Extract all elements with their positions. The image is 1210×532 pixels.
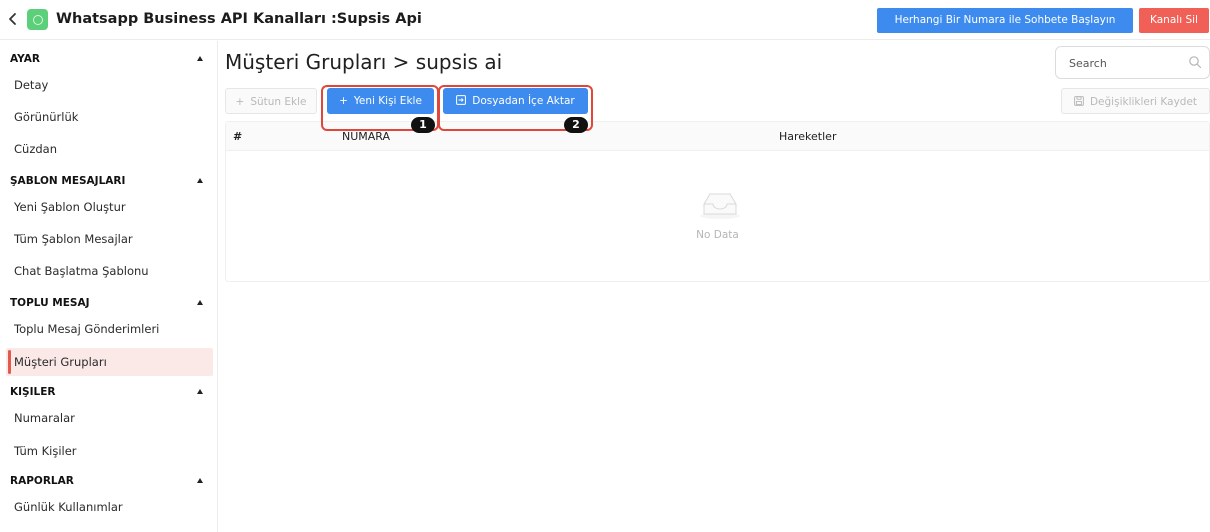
- sidebar-item-label: Tüm Kişiler: [14, 444, 77, 458]
- plus-icon: +: [235, 96, 245, 108]
- sidebar-section-title: TOPLU MESAJ: [10, 297, 90, 309]
- caret-up-icon[interactable]: [197, 56, 203, 61]
- sidebar-item-gunluk-kullanimlar[interactable]: Günlük Kullanımlar: [6, 493, 213, 521]
- sidebar-section-title: AYAR: [10, 53, 40, 65]
- sidebar-section-toplu-mesaj[interactable]: TOPLU MESAJ: [0, 292, 216, 314]
- sidebar-item-label: Yeni Şablon Oluştur: [14, 200, 126, 214]
- caret-up-icon[interactable]: [197, 300, 203, 305]
- sidebar-item-label: Müşteri Grupları: [14, 355, 107, 369]
- sidebar-item-label: Cüzdan: [14, 142, 57, 156]
- caret-up-icon[interactable]: [197, 389, 203, 394]
- empty-inbox-icon: [698, 188, 742, 220]
- sidebar-section-title: ŞABLON MESAJLARI: [10, 175, 126, 187]
- chevron-left-icon[interactable]: [8, 9, 22, 29]
- save-icon: [1074, 89, 1084, 115]
- add-column-label: Sütun Ekle: [250, 96, 307, 108]
- sidebar-section-sablon-mesajlari[interactable]: ŞABLON MESAJLARI: [0, 170, 216, 192]
- sidebar: AYAR Detay Görünürlük Cüzdan ŞABLON MESA…: [0, 41, 218, 532]
- step-badge-1: 1: [411, 117, 435, 133]
- sidebar-section-kisiler[interactable]: KIŞILER: [0, 381, 216, 403]
- sidebar-section-title: KIŞILER: [10, 386, 56, 398]
- sidebar-section-title: RAPORLAR: [10, 475, 74, 487]
- page-header-title: Whatsapp Business API Kanalları :Supsis …: [56, 11, 422, 27]
- contacts-table: # NUMARA Hareketler No Data: [225, 121, 1210, 282]
- save-changes-label: Değişiklikleri Kaydet: [1089, 96, 1198, 108]
- sidebar-item-tum-kisiler[interactable]: Tüm Kişiler: [6, 437, 213, 465]
- column-header-index: #: [233, 130, 243, 143]
- search-icon[interactable]: [1188, 54, 1202, 69]
- search-box[interactable]: [1055, 46, 1210, 79]
- empty-state-text: No Data: [696, 229, 739, 241]
- page-title: Müşteri Grupları > supsis ai: [225, 50, 503, 74]
- sidebar-item-label: Detay: [14, 78, 49, 92]
- add-column-button[interactable]: + Sütun Ekle: [225, 88, 317, 114]
- sidebar-item-label: Numaralar: [14, 411, 75, 425]
- sidebar-item-label: Chat Başlatma Şablonu: [14, 264, 149, 278]
- sidebar-item-toplu-mesaj-gonderimleri[interactable]: Toplu Mesaj Gönderimleri: [6, 315, 213, 343]
- sidebar-item-cuzdan[interactable]: Cüzdan: [6, 135, 213, 163]
- sidebar-section-ayar[interactable]: AYAR: [0, 48, 216, 70]
- sidebar-section-raporlar[interactable]: RAPORLAR: [0, 470, 216, 492]
- sidebar-item-gorunurluk[interactable]: Görünürlük: [6, 103, 213, 131]
- column-header-hareketler: Hareketler: [779, 130, 837, 143]
- delete-channel-button[interactable]: Kanalı Sil: [1139, 8, 1209, 33]
- start-chat-button[interactable]: Herhangi Bir Numara ile Sohbete Başlayın: [877, 8, 1133, 33]
- save-changes-button[interactable]: Değişiklikleri Kaydet: [1061, 88, 1210, 114]
- search-input[interactable]: [1069, 54, 1179, 72]
- sidebar-item-label: Tüm Şablon Mesajlar: [14, 232, 133, 246]
- sidebar-item-musteri-gruplari[interactable]: Müşteri Grupları: [6, 348, 213, 376]
- sidebar-item-label: Günlük Kullanımlar: [14, 500, 123, 514]
- sidebar-item-label: Görünürlük: [14, 110, 79, 124]
- column-header-numara: NUMARA: [342, 130, 391, 143]
- sidebar-item-label: Toplu Mesaj Gönderimleri: [14, 322, 160, 336]
- caret-up-icon[interactable]: [197, 478, 203, 483]
- sidebar-item-tum-sablon[interactable]: Tüm Şablon Mesajlar: [6, 225, 213, 253]
- step-badge-2: 2: [564, 117, 588, 133]
- sidebar-item-numaralar[interactable]: Numaralar: [6, 404, 213, 432]
- sidebar-item-detay[interactable]: Detay: [6, 71, 213, 99]
- sidebar-item-yeni-sablon[interactable]: Yeni Şablon Oluştur: [6, 193, 213, 221]
- top-bar: Whatsapp Business API Kanalları :Supsis …: [0, 0, 1210, 40]
- whatsapp-icon: [27, 9, 48, 30]
- sidebar-item-chat-baslatma[interactable]: Chat Başlatma Şablonu: [6, 257, 213, 285]
- caret-up-icon[interactable]: [197, 178, 203, 183]
